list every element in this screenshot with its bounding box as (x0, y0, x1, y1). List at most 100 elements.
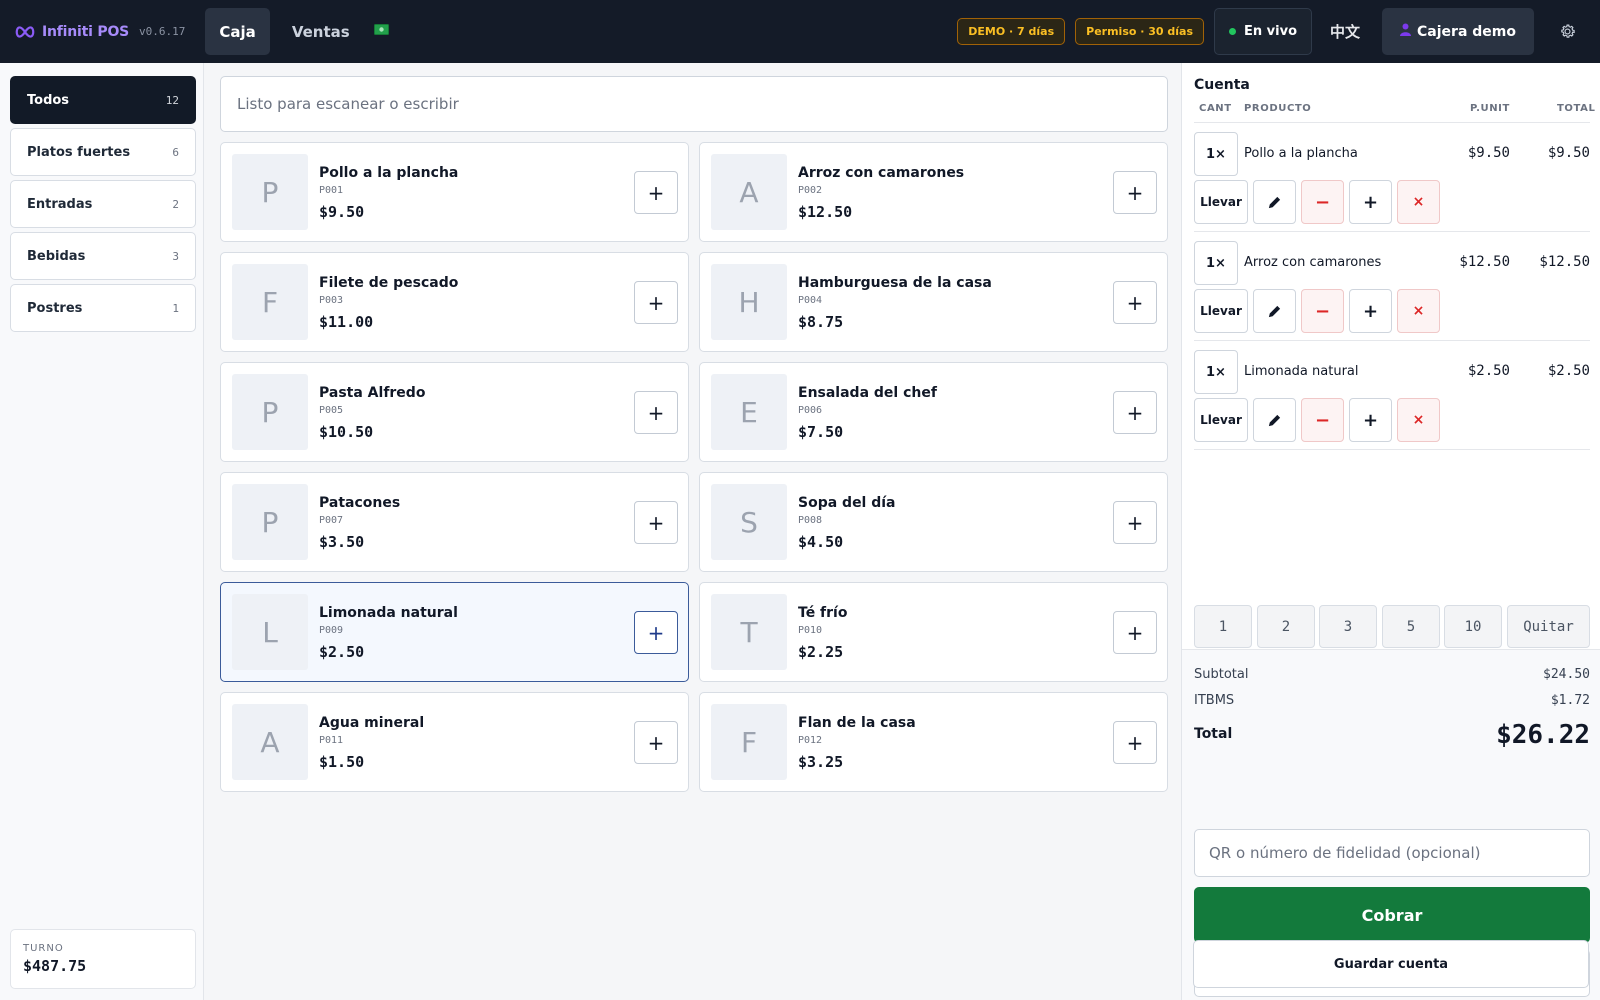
remove-item-button[interactable]: × (1397, 180, 1440, 224)
shift-summary: TURNO $487.75 (10, 929, 196, 989)
license-badge: Permiso · 30 días (1075, 18, 1205, 45)
product-code: P003 (319, 295, 344, 306)
decrease-qty-button[interactable]: − (1301, 180, 1344, 224)
product-card[interactable]: H Hamburguesa de la casa P004 $8.75 + (699, 252, 1168, 352)
pencil-icon (1268, 414, 1281, 426)
product-name: Pollo a la plancha (319, 165, 459, 181)
product-thumbnail: A (232, 704, 308, 780)
brand-logo[interactable]: Infiniti POS v0.6.17 (14, 24, 185, 40)
header-unit: P.UNIT (1470, 103, 1510, 114)
charge-button[interactable]: Cobrar (1194, 887, 1590, 943)
live-status[interactable]: En vivo (1214, 8, 1313, 55)
quick-qty-5[interactable]: 5 (1382, 605, 1440, 648)
add-to-cart-button[interactable]: + (1113, 171, 1157, 214)
loyalty-input[interactable] (1194, 829, 1590, 877)
edit-note-button[interactable] (1253, 289, 1296, 333)
takeaway-button[interactable]: Llevar (1194, 398, 1248, 442)
product-price: $9.50 (319, 203, 365, 221)
product-thumbnail: F (711, 704, 787, 780)
product-price: $3.25 (798, 753, 844, 771)
increase-qty-button[interactable]: + (1349, 398, 1392, 442)
product-card[interactable]: F Filete de pescado P003 $11.00 + (220, 252, 689, 352)
quick-qty-3[interactable]: 3 (1319, 605, 1377, 648)
product-code: P006 (798, 405, 823, 416)
category-postres[interactable]: Postres 1 (10, 284, 196, 332)
product-code: P001 (319, 185, 344, 196)
gear-icon[interactable] (1552, 17, 1582, 47)
order-line-item: 1× Arroz con camarones $12.50 $12.50 Lle… (1194, 233, 1590, 341)
infinity-icon (15, 25, 35, 38)
product-card[interactable]: P Pasta Alfredo P005 $10.50 + (220, 362, 689, 462)
category-count: 3 (172, 249, 179, 263)
category-todos[interactable]: Todos 12 (10, 76, 196, 124)
add-to-cart-button[interactable]: + (634, 611, 678, 654)
add-to-cart-button[interactable]: + (634, 171, 678, 214)
save-account-button[interactable]: Guardar cuenta (1193, 940, 1589, 988)
increase-qty-button[interactable]: + (1349, 289, 1392, 333)
subtotal-value: $24.50 (1543, 667, 1590, 682)
category-entradas[interactable]: Entradas 2 (10, 180, 196, 228)
scan-search-input[interactable] (220, 76, 1168, 132)
tab-ventas[interactable]: Ventas (278, 8, 364, 55)
quick-qty-1[interactable]: 1 (1194, 605, 1252, 648)
quick-qty-2[interactable]: 2 (1257, 605, 1315, 648)
takeaway-button[interactable]: Llevar (1194, 289, 1248, 333)
product-price: $2.50 (319, 643, 365, 661)
quantity-button[interactable]: 1× (1194, 132, 1238, 176)
product-name: Filete de pescado (319, 275, 459, 291)
product-card-selected[interactable]: L Limonada natural P009 $2.50 + (220, 582, 689, 682)
add-to-cart-button[interactable]: + (634, 721, 678, 764)
person-icon (1400, 23, 1412, 40)
category-label: Postres (27, 300, 83, 316)
subtotal-label: Subtotal (1194, 667, 1249, 682)
product-code: P012 (798, 735, 823, 746)
product-card[interactable]: P Pollo a la plancha P001 $9.50 + (220, 142, 689, 242)
pencil-icon (1268, 196, 1281, 208)
quick-qty-10[interactable]: 10 (1444, 605, 1502, 648)
remove-item-button[interactable]: × (1397, 289, 1440, 333)
order-panel: Cuenta CANT PRODUCTO P.UNIT TOTAL 1× Pol… (1181, 63, 1600, 1000)
tab-caja[interactable]: Caja (205, 8, 270, 55)
product-card[interactable]: A Arroz con camarones P002 $12.50 + (699, 142, 1168, 242)
increase-qty-button[interactable]: + (1349, 180, 1392, 224)
user-menu-button[interactable]: Cajera demo (1382, 8, 1534, 55)
add-to-cart-button[interactable]: + (1113, 721, 1157, 764)
quantity-button[interactable]: 1× (1194, 350, 1238, 394)
edit-note-button[interactable] (1253, 180, 1296, 224)
quantity-button[interactable]: 1× (1194, 241, 1238, 285)
product-card[interactable]: A Agua mineral P011 $1.50 + (220, 692, 689, 792)
category-bebidas[interactable]: Bebidas 3 (10, 232, 196, 280)
header-total: TOTAL (1557, 103, 1596, 114)
add-to-cart-button[interactable]: + (1113, 501, 1157, 544)
add-to-cart-button[interactable]: + (634, 501, 678, 544)
product-thumbnail: P (232, 154, 308, 230)
banknote-icon[interactable] (373, 24, 389, 39)
remove-item-button[interactable]: × (1397, 398, 1440, 442)
add-to-cart-button[interactable]: + (1113, 611, 1157, 654)
product-card[interactable]: E Ensalada del chef P006 $7.50 + (699, 362, 1168, 462)
add-to-cart-button[interactable]: + (1113, 281, 1157, 324)
product-card[interactable]: F Flan de la casa P012 $3.25 + (699, 692, 1168, 792)
edit-note-button[interactable] (1253, 398, 1296, 442)
product-card[interactable]: S Sopa del día P008 $4.50 + (699, 472, 1168, 572)
order-line-item: 1× Limonada natural $2.50 $2.50 Llevar −… (1194, 342, 1590, 450)
takeaway-button[interactable]: Llevar (1194, 180, 1248, 224)
product-name: Limonada natural (319, 605, 458, 621)
add-to-cart-button[interactable]: + (1113, 391, 1157, 434)
product-thumbnail: H (711, 264, 787, 340)
product-card[interactable]: P Patacones P007 $3.50 + (220, 472, 689, 572)
add-to-cart-button[interactable]: + (634, 391, 678, 434)
decrease-qty-button[interactable]: − (1301, 398, 1344, 442)
quick-qty-remove[interactable]: Quitar (1507, 605, 1590, 648)
product-card[interactable]: T Té frío P010 $2.25 + (699, 582, 1168, 682)
language-switch[interactable]: 中文 (1330, 21, 1360, 42)
decrease-qty-button[interactable]: − (1301, 289, 1344, 333)
add-to-cart-button[interactable]: + (634, 281, 678, 324)
category-platos-fuertes[interactable]: Platos fuertes 6 (10, 128, 196, 176)
category-count: 2 (172, 197, 179, 211)
product-code: P008 (798, 515, 823, 526)
shift-value: $487.75 (23, 957, 87, 975)
line-item-name: Arroz con camarones (1244, 255, 1382, 270)
product-thumbnail: F (232, 264, 308, 340)
subtotal-row: Subtotal $24.50 (1194, 667, 1590, 682)
